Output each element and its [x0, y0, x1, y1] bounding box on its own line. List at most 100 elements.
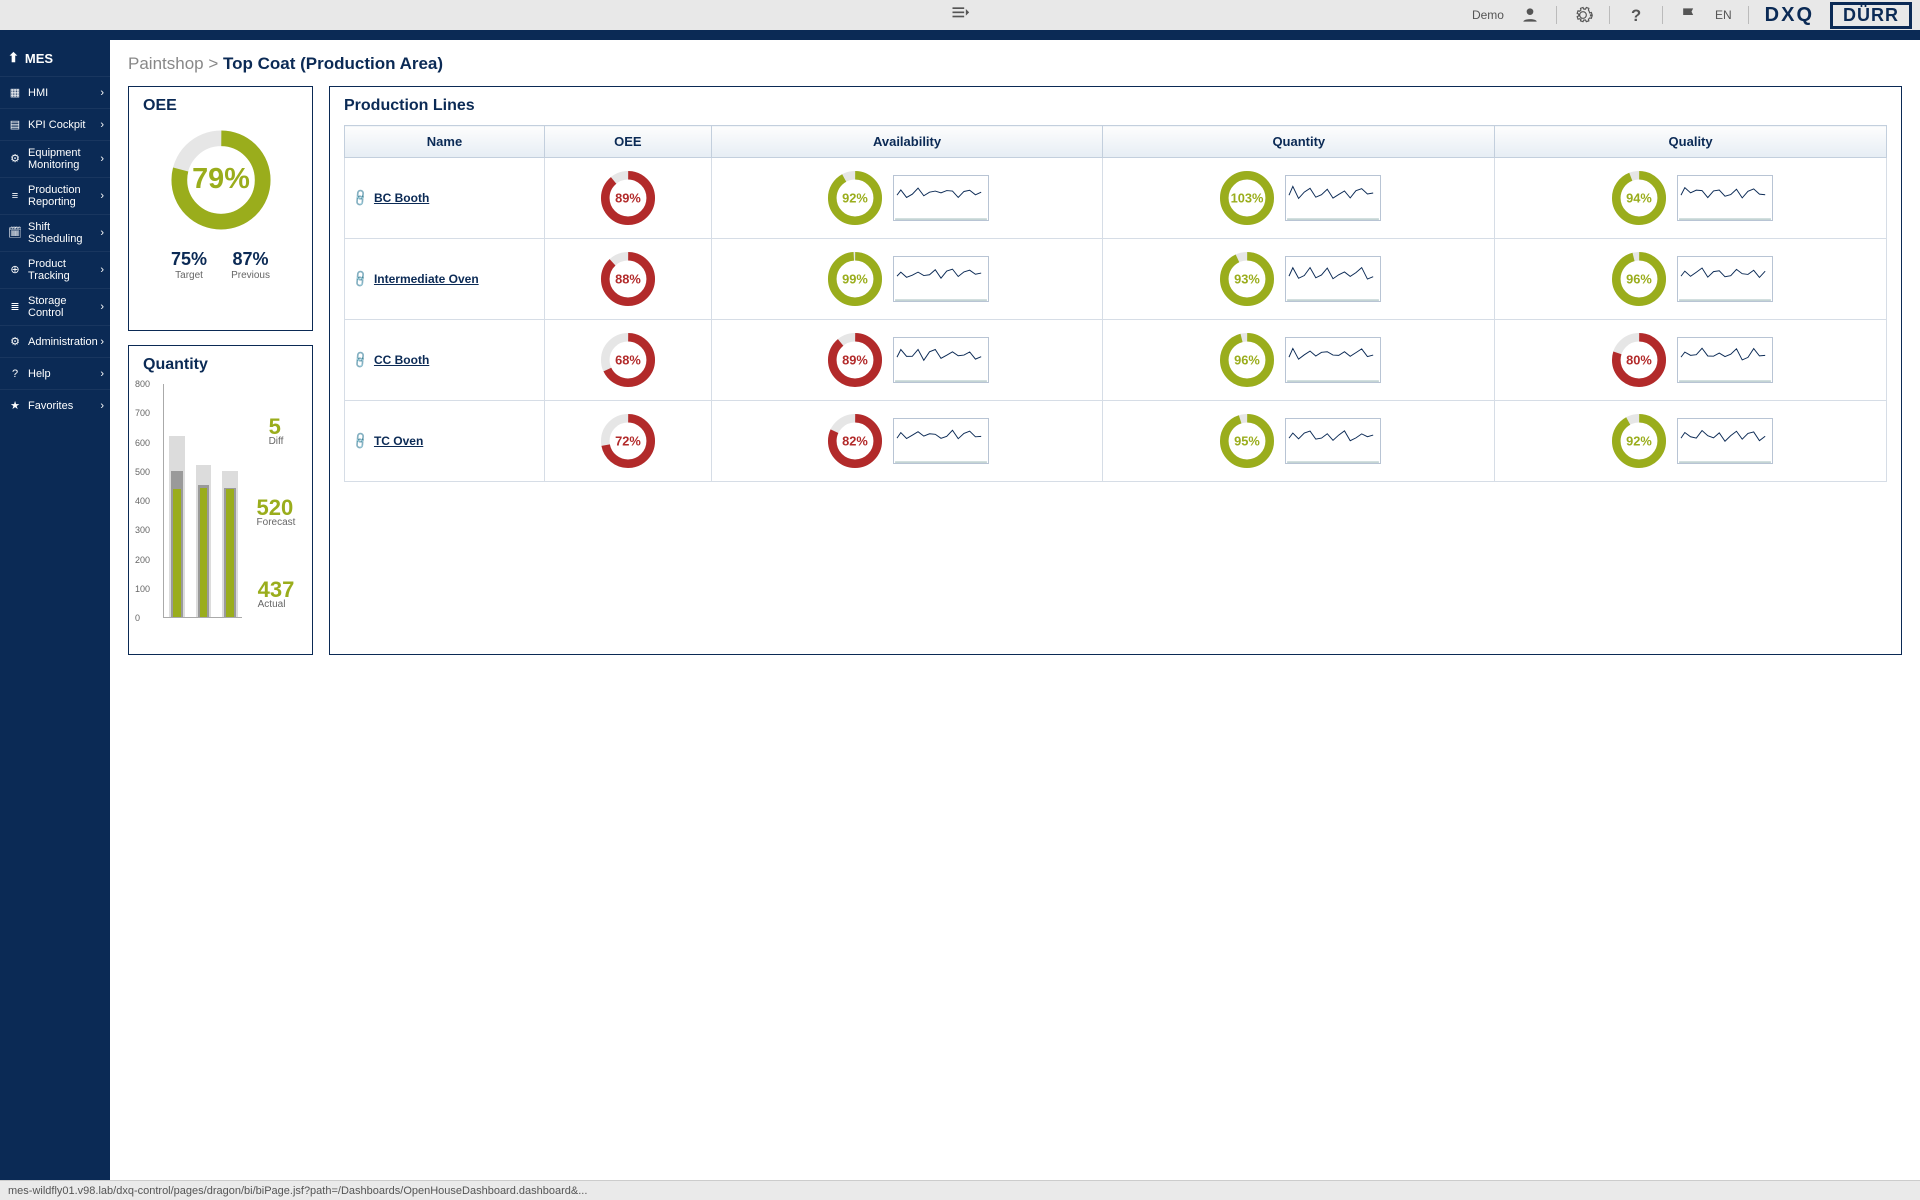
line-link[interactable]: CC Booth — [374, 353, 429, 367]
sidebar-item-label: Production Reporting — [28, 184, 102, 208]
sidebar-item-label: Product Tracking — [28, 258, 102, 282]
track-icon: ⊕ — [8, 263, 22, 277]
oee-target-label: Target — [171, 270, 207, 281]
sidebar-item-production-reporting[interactable]: ≡Production Reporting› — [0, 177, 110, 214]
metric-donut: 95% — [1217, 411, 1277, 471]
oee-cell: 72% — [545, 401, 712, 482]
oee-target-value: 75% — [171, 249, 207, 270]
link-icon: 🔗 — [350, 350, 370, 370]
svg-text:96%: 96% — [1626, 271, 1652, 286]
quantity-chart: 0100200300400500600700800 — [135, 384, 246, 634]
metric-donut: 103% — [1217, 168, 1277, 228]
metric-donut: 68% — [598, 330, 658, 390]
hmi-icon: ▦ — [8, 86, 22, 100]
sidebar-item-label: Help — [28, 368, 102, 380]
column-quality: Quality — [1495, 126, 1887, 158]
sidebar-item-help[interactable]: ?Help› — [0, 357, 110, 389]
sidebar-item-shift-scheduling[interactable]: 🗓Shift Scheduling› — [0, 214, 110, 251]
availability-cell: 99% — [711, 239, 1103, 320]
production-lines-title: Production Lines — [330, 87, 1901, 121]
settings-icon[interactable] — [1573, 5, 1593, 25]
sidebar-item-product-tracking[interactable]: ⊕ Product Tracking› — [0, 251, 110, 288]
svg-text:68%: 68% — [615, 352, 641, 367]
sidebar-item-kpi-cockpit[interactable]: ▤KPI Cockpit› — [0, 108, 110, 140]
center-icon — [950, 4, 970, 27]
quantity-cell: 93% — [1103, 239, 1495, 320]
table-row: 🔗Intermediate Oven 88% 99% 93% 96% — [345, 239, 1887, 320]
separator — [1748, 6, 1749, 24]
kpi-icon: ▤ — [8, 118, 22, 132]
help-icon[interactable]: ? — [1626, 5, 1646, 25]
bar — [226, 489, 234, 617]
link-icon: 🔗 — [350, 188, 370, 208]
chevron-right-icon: › — [100, 264, 104, 276]
breadcrumb: Paintshop > Top Coat (Production Area) — [128, 54, 1902, 74]
chevron-right-icon: › — [100, 368, 104, 380]
row-name-cell: 🔗 BC Booth — [345, 158, 545, 239]
link-icon: 🔗 — [350, 269, 370, 289]
fav-icon: ★ — [8, 399, 22, 413]
row-name-cell: 🔗 Intermediate Oven — [345, 239, 545, 320]
metric-donut: 82% — [825, 411, 885, 471]
svg-text:93%: 93% — [1234, 271, 1260, 286]
ytick-label: 0 — [135, 613, 140, 623]
demo-label: Demo — [1472, 8, 1504, 22]
line-link[interactable]: Intermediate Oven — [374, 272, 479, 286]
quantity-cell: 103% — [1103, 158, 1495, 239]
oee-cell: 68% — [545, 320, 712, 401]
ytick-label: 600 — [135, 438, 150, 448]
oee-previous-value: 87% — [231, 249, 270, 270]
column-quantity: Quantity — [1103, 126, 1495, 158]
sidebar-item-label: Administration — [28, 336, 102, 348]
chevron-right-icon: › — [100, 227, 104, 239]
oee-donut: 79% — [166, 125, 276, 235]
availability-cell: 82% — [711, 401, 1103, 482]
flag-icon[interactable] — [1679, 5, 1699, 25]
chevron-right-icon: › — [100, 153, 104, 165]
sidebar-item-equipment-monitoring[interactable]: ⚙Equipment Monitoring› — [0, 140, 110, 177]
quality-cell: 96% — [1495, 239, 1887, 320]
row-name-cell: 🔗 TC Oven — [345, 401, 545, 482]
sidebar-item-label: Favorites — [28, 400, 102, 412]
sidebar-item-storage-control[interactable]: ≣Storage Control› — [0, 288, 110, 325]
oee-cell: 89% — [545, 158, 712, 239]
metric-donut: 99% — [825, 249, 885, 309]
svg-text:79%: 79% — [192, 163, 250, 195]
column-name: Name — [345, 126, 545, 158]
ytick-label: 300 — [135, 525, 150, 535]
breadcrumb-parent[interactable]: Paintshop — [128, 54, 204, 73]
svg-text:82%: 82% — [842, 433, 868, 448]
report-icon: ≡ — [8, 189, 22, 203]
line-link[interactable]: TC Oven — [374, 434, 423, 448]
ytick-label: 700 — [135, 408, 150, 418]
sidebar-title[interactable]: ⬆ MES — [0, 40, 110, 76]
qty-forecast-label: Forecast — [257, 517, 296, 528]
metric-donut: 96% — [1609, 249, 1669, 309]
sidebar-item-administration[interactable]: ⚙Administration› — [0, 325, 110, 357]
quality-cell: 80% — [1495, 320, 1887, 401]
statusbar-text: mes-wildfly01.v98.lab/dxq-control/pages/… — [8, 1185, 587, 1197]
sidebar-item-hmi[interactable]: ▦HMI› — [0, 76, 110, 108]
sidebar-item-label: HMI — [28, 87, 102, 99]
storage-icon: ≣ — [8, 300, 22, 314]
svg-text:89%: 89% — [615, 190, 641, 205]
sidebar: ⬆ MES ▦HMI›▤KPI Cockpit›⚙Equipment Monit… — [0, 40, 110, 1200]
svg-text:92%: 92% — [1626, 433, 1652, 448]
qty-diff-label: Diff — [269, 436, 284, 447]
quantity-cell: 95% — [1103, 401, 1495, 482]
language-label[interactable]: EN — [1715, 8, 1732, 22]
main-content: Paintshop > Top Coat (Production Area) O… — [110, 40, 1920, 1200]
shift-icon: 🗓 — [8, 226, 22, 240]
svg-text:72%: 72% — [615, 433, 641, 448]
user-icon[interactable] — [1520, 5, 1540, 25]
line-link[interactable]: BC Booth — [374, 191, 429, 205]
metric-donut: 89% — [598, 168, 658, 228]
production-lines-table: NameOEEAvailabilityQuantityQuality 🔗BC B… — [344, 125, 1887, 482]
dxq-logo: DXQ — [1765, 4, 1814, 27]
link-icon: 🔗 — [350, 431, 370, 451]
sidebar-item-favorites[interactable]: ★Favorites› — [0, 389, 110, 421]
availability-cell: 92% — [711, 158, 1103, 239]
chevron-right-icon: › — [100, 301, 104, 313]
ytick-label: 500 — [135, 467, 150, 477]
sidebar-item-label: KPI Cockpit — [28, 119, 102, 131]
